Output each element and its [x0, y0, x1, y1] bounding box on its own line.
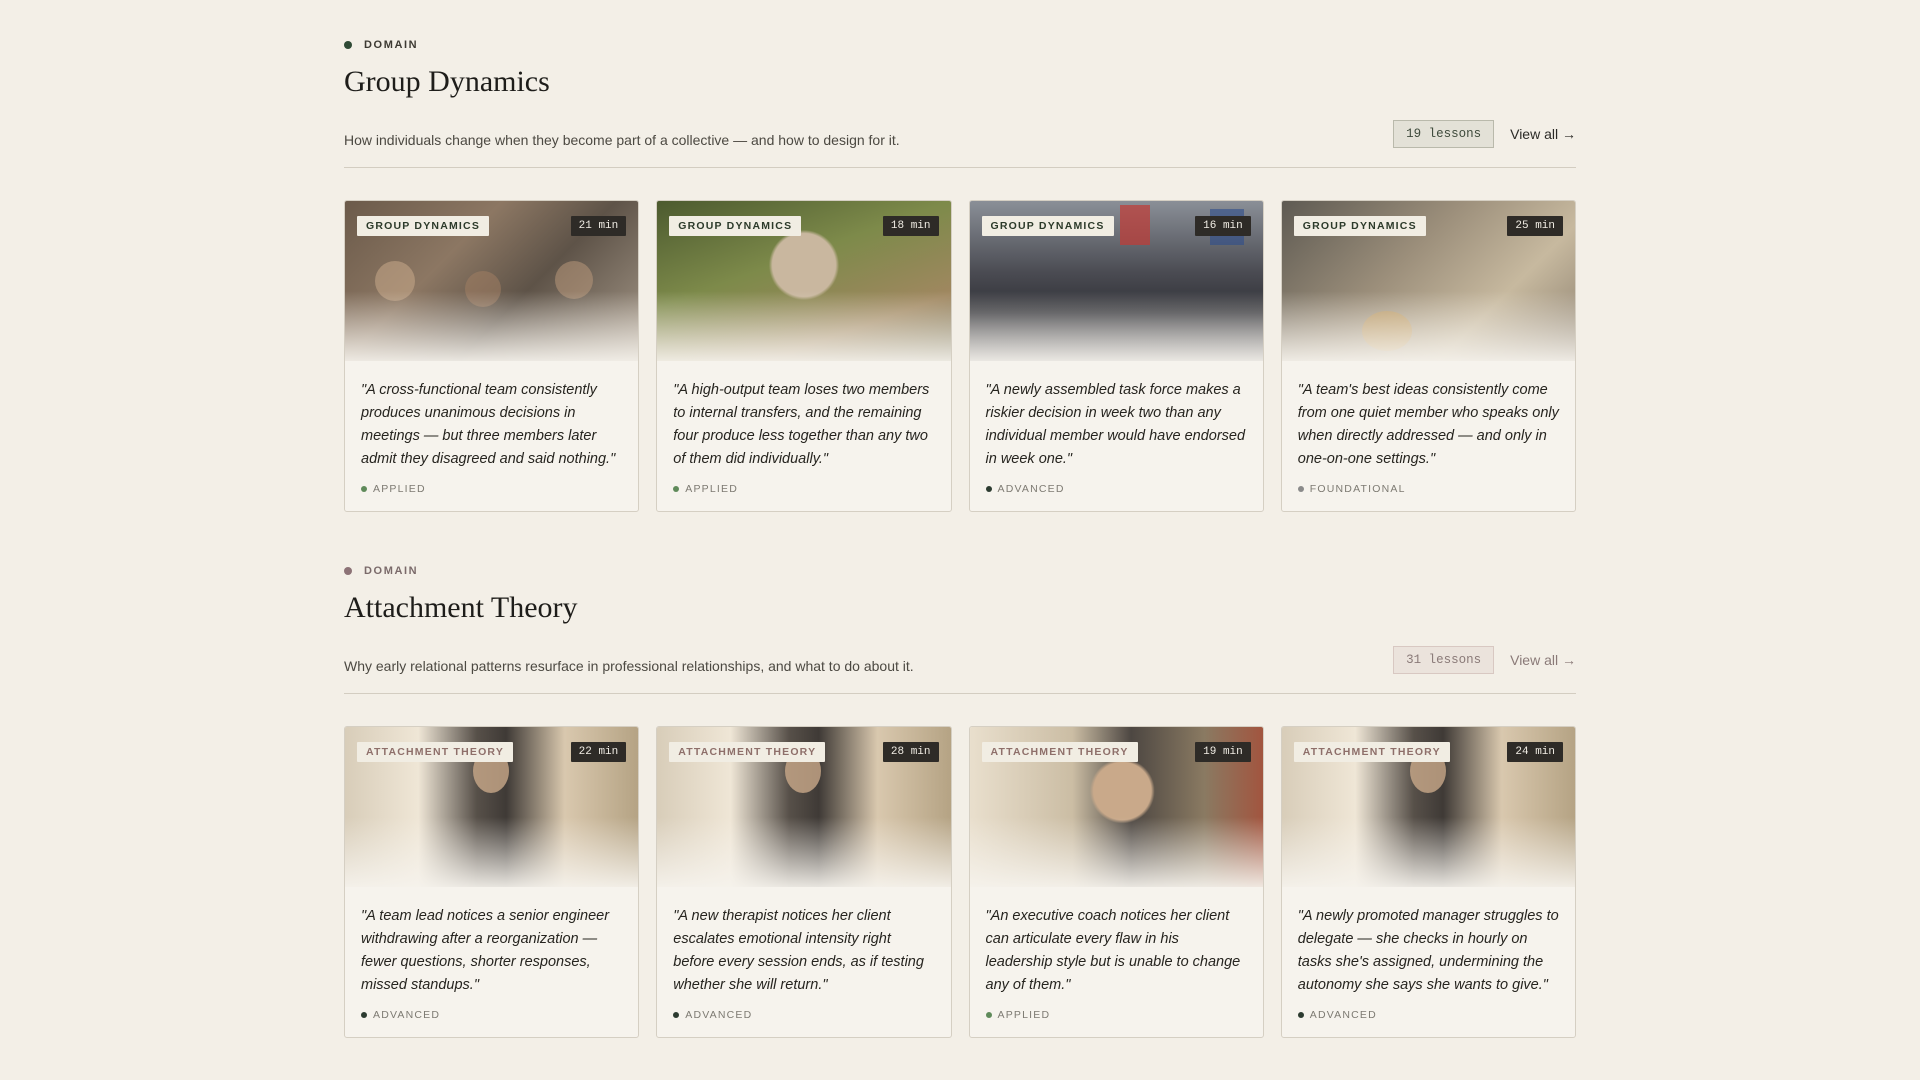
level-dot-icon — [1297, 1012, 1304, 1018]
lesson-quote: "A cross-functional team consistently pr… — [361, 382, 616, 467]
level-dot-icon — [673, 1012, 680, 1018]
section-actions: 19 lessons View all → — [1393, 120, 1576, 148]
level-dot-icon — [985, 1012, 992, 1018]
lesson-category-tag: ATTACHMENT THEORY — [1293, 742, 1450, 762]
lesson-level: ADVANCED — [361, 1009, 622, 1021]
lesson-card-list: ATTACHMENT THEORY 22 min "A team lead no… — [344, 726, 1576, 1038]
lesson-duration-badge: 19 min — [1195, 742, 1251, 762]
lesson-level-label: FOUNDATIONAL — [1309, 483, 1406, 495]
domain-section-group-dynamics: DOMAIN Group Dynamics How individuals ch… — [344, 36, 1576, 512]
level-dot-icon — [985, 486, 992, 492]
lesson-level-label: APPLIED — [997, 1009, 1051, 1021]
level-dot-icon — [1297, 486, 1304, 492]
lesson-thumbnail: ATTACHMENT THEORY 24 min — [1281, 727, 1575, 887]
section-description: How individuals change when they become … — [344, 132, 900, 148]
lesson-thumbnail: ATTACHMENT THEORY 19 min — [969, 727, 1263, 887]
lesson-level: ADVANCED — [673, 1009, 934, 1021]
lesson-level: APPLIED — [361, 483, 622, 495]
lesson-level: FOUNDATIONAL — [1297, 483, 1559, 495]
section-actions: 31 lessons View all → — [1393, 646, 1576, 674]
lesson-duration-badge: 18 min — [882, 216, 939, 236]
lesson-duration-badge: 21 min — [570, 216, 627, 236]
lesson-quote: "An executive coach notices her client c… — [985, 908, 1241, 993]
lesson-thumbnail: GROUP DYNAMICS 16 min — [969, 201, 1263, 361]
lesson-card[interactable]: GROUP DYNAMICS 21 min "A cross-functiona… — [344, 200, 640, 512]
lesson-card[interactable]: GROUP DYNAMICS 18 min "A high-output tea… — [656, 200, 952, 512]
view-all-link[interactable]: View all → — [1510, 652, 1576, 668]
lesson-category-tag: GROUP DYNAMICS — [357, 216, 490, 236]
lesson-count-badge: 19 lessons — [1393, 120, 1495, 148]
lesson-quote: "A newly promoted manager struggles to d… — [1297, 908, 1559, 993]
lesson-duration-badge: 25 min — [1507, 216, 1563, 236]
lesson-card[interactable]: ATTACHMENT THEORY 24 min "A newly promot… — [1280, 726, 1576, 1038]
domain-eyebrow: DOMAIN — [344, 36, 1576, 54]
section-title: Attachment Theory — [344, 591, 578, 624]
lesson-level-label: ADVANCED — [373, 1009, 441, 1021]
section-title: Group Dynamics — [344, 65, 550, 98]
lesson-level-label: APPLIED — [373, 483, 426, 495]
section-header: Attachment Theory Why early relational p… — [344, 590, 1576, 694]
lesson-card[interactable]: ATTACHMENT THEORY 28 min "A new therapis… — [656, 726, 952, 1038]
level-dot-icon — [673, 486, 680, 492]
lesson-thumbnail: GROUP DYNAMICS 18 min — [657, 201, 951, 361]
lesson-duration-badge: 16 min — [1195, 216, 1251, 236]
lesson-card[interactable]: ATTACHMENT THEORY 19 min "An executive c… — [968, 726, 1264, 1038]
lesson-level: ADVANCED — [1297, 1009, 1559, 1021]
lesson-card[interactable]: GROUP DYNAMICS 16 min "A newly assembled… — [968, 200, 1264, 512]
lesson-card-list: GROUP DYNAMICS 21 min "A cross-functiona… — [344, 200, 1576, 512]
lesson-category-tag: GROUP DYNAMICS — [669, 216, 802, 236]
lesson-level: APPLIED — [673, 483, 934, 495]
domain-section-attachment-theory: DOMAIN Attachment Theory Why early relat… — [344, 562, 1576, 1038]
lesson-thumbnail: GROUP DYNAMICS 21 min — [345, 201, 639, 361]
domain-dot-icon — [344, 567, 352, 575]
lesson-duration-badge: 28 min — [882, 742, 939, 762]
lesson-count-badge: 31 lessons — [1393, 646, 1495, 674]
section-header: Group Dynamics How individuals change wh… — [344, 64, 1576, 168]
lesson-level: ADVANCED — [985, 483, 1247, 495]
lesson-category-tag: ATTACHMENT THEORY — [981, 742, 1138, 762]
domain-eyebrow-label: DOMAIN — [364, 39, 419, 51]
lesson-category-tag: ATTACHMENT THEORY — [669, 742, 826, 762]
lesson-level-label: ADVANCED — [1309, 1009, 1377, 1021]
lesson-thumbnail: GROUP DYNAMICS 25 min — [1281, 201, 1575, 361]
lesson-level-label: ADVANCED — [997, 483, 1065, 495]
lesson-quote: "A new therapist notices her client esca… — [673, 908, 924, 993]
lesson-level-label: APPLIED — [685, 483, 739, 495]
domain-eyebrow: DOMAIN — [344, 562, 1576, 580]
level-dot-icon — [361, 1012, 367, 1018]
lesson-quote: "A team's best ideas consistently come f… — [1297, 382, 1559, 467]
lesson-card[interactable]: GROUP DYNAMICS 25 min "A team's best ide… — [1280, 200, 1576, 512]
lesson-category-tag: GROUP DYNAMICS — [1293, 216, 1426, 236]
lesson-level-label: ADVANCED — [685, 1009, 753, 1021]
domain-dot-icon — [344, 41, 352, 49]
lesson-quote: "A high-output team loses two members to… — [673, 382, 930, 467]
view-all-link[interactable]: View all → — [1510, 126, 1576, 142]
lesson-category-tag: ATTACHMENT THEORY — [357, 742, 514, 762]
lesson-quote: "A newly assembled task force makes a ri… — [985, 382, 1246, 467]
section-description: Why early relational patterns resurface … — [344, 658, 914, 674]
lesson-quote: "A team lead notices a senior engineer w… — [361, 908, 610, 993]
domain-eyebrow-label: DOMAIN — [364, 565, 419, 577]
lesson-duration-badge: 22 min — [570, 742, 627, 762]
level-dot-icon — [361, 486, 367, 492]
lesson-card[interactable]: ATTACHMENT THEORY 22 min "A team lead no… — [344, 726, 640, 1038]
lesson-category-tag: GROUP DYNAMICS — [981, 216, 1114, 236]
lesson-duration-badge: 24 min — [1507, 742, 1563, 762]
lesson-level: APPLIED — [985, 1009, 1247, 1021]
lesson-thumbnail: ATTACHMENT THEORY 28 min — [657, 727, 951, 887]
lesson-thumbnail: ATTACHMENT THEORY 22 min — [345, 727, 639, 887]
